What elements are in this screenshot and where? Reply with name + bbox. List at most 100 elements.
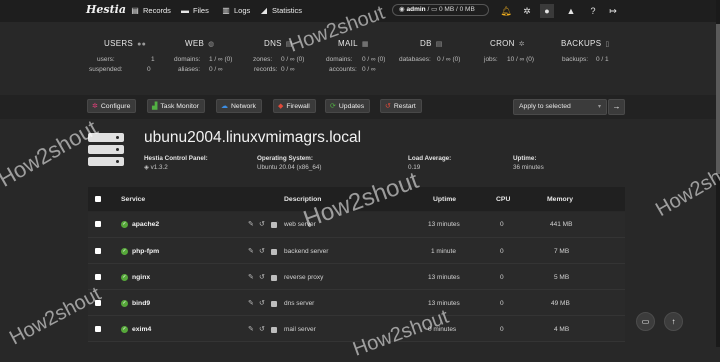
stat-web-title[interactable]: WEB ◍	[185, 39, 215, 48]
restart-icon[interactable]: ↺	[259, 273, 265, 281]
table-row[interactable]	[88, 238, 625, 264]
service-name[interactable]: exim4	[132, 326, 151, 333]
page-scrollbar-thumb[interactable]	[716, 24, 720, 174]
stat-mail-title[interactable]: MAIL ▦	[338, 39, 369, 48]
header-cpu[interactable]: CPU	[496, 196, 510, 203]
server-settings-icon[interactable]: ✲	[520, 4, 534, 18]
header-uptime[interactable]: Uptime	[433, 196, 456, 203]
nav-statistics[interactable]: ◢ Statistics	[259, 5, 302, 17]
edit-icon[interactable]: ✎	[248, 299, 254, 307]
service-description: mail server	[284, 326, 316, 333]
network-button[interactable]: ☁ Network	[216, 99, 262, 113]
edit-icon[interactable]: ✎	[248, 220, 254, 228]
service-uptime: 13 minutes	[428, 221, 460, 228]
restart-icon[interactable]: ↺	[259, 299, 265, 307]
edit-icon[interactable]: ✎	[248, 247, 254, 255]
nav-records[interactable]: ▤ Records	[130, 5, 171, 17]
service-cpu: 0	[500, 248, 504, 255]
task-monitor-button[interactable]: ▟ Task Monitor	[147, 99, 205, 113]
chart-icon: ▟	[152, 103, 158, 110]
users-settings-icon[interactable]: ●	[540, 4, 554, 18]
service-description: backend server	[284, 248, 329, 255]
stat-users-row-1: users: 1	[97, 56, 155, 63]
stop-icon[interactable]	[271, 249, 277, 255]
nav-logs[interactable]: ▥ Logs	[221, 5, 250, 17]
service-memory: 7 MB	[554, 248, 570, 255]
stop-icon[interactable]	[271, 327, 277, 333]
nav-statistics-label: Statistics	[272, 6, 303, 15]
apply-to-selected-select[interactable]: Apply to selected ▾	[513, 99, 607, 115]
os-label: Operating System:	[257, 155, 313, 162]
service-name[interactable]: bind9	[132, 300, 150, 307]
panel-version-label: Hestia Control Panel:	[144, 155, 208, 162]
hestia-logo[interactable]: Hestia	[86, 3, 126, 16]
service-name[interactable]: nginx	[132, 274, 150, 281]
logout-icon[interactable]: ↦	[606, 4, 620, 18]
service-memory: 5 MB	[554, 274, 570, 281]
logs-icon: ▥	[222, 6, 230, 15]
user-account-pill[interactable]: ◉ admin / ▭ 0 MB / 0 MB	[392, 4, 489, 16]
header-memory[interactable]: Memory	[547, 196, 573, 203]
warning-icon[interactable]: ▲	[564, 4, 578, 18]
configure-button[interactable]: ✲ Configure	[87, 99, 137, 113]
stat-users-row-2: suspended: 0	[89, 66, 151, 73]
row-checkbox[interactable]	[95, 326, 101, 332]
apply-submit-button[interactable]: →	[608, 99, 625, 115]
db-icon: ▤	[435, 41, 443, 48]
stop-icon[interactable]	[271, 222, 277, 228]
service-cpu: 0	[500, 300, 504, 307]
service-description: reverse proxy	[284, 274, 324, 281]
restart-button[interactable]: ↺ Restart	[380, 99, 422, 113]
edit-icon[interactable]: ✎	[248, 273, 254, 281]
help-icon[interactable]: ?	[586, 4, 600, 18]
stat-db-row-1: databases: 0 / ∞ (0)	[399, 56, 461, 63]
server-icon-mid	[88, 145, 124, 154]
row-checkbox[interactable]	[95, 248, 101, 254]
service-memory: 4 MB	[554, 326, 570, 333]
cloud-icon: ☁	[221, 103, 228, 110]
server-hostname: ubunu2004.linuxvmimagrs.local	[144, 129, 362, 146]
service-name[interactable]: php-fpm	[132, 248, 159, 255]
user-quota: 0 MB	[459, 6, 475, 13]
bell-icon[interactable]: 🔔︎	[499, 4, 513, 18]
status-ok-icon: ✓	[121, 326, 128, 333]
gear-icon: ✲	[92, 103, 98, 110]
row-checkbox[interactable]	[95, 221, 101, 227]
nav-records-label: Records	[143, 6, 171, 15]
service-description: dns server	[284, 300, 315, 307]
chevron-down-icon: ▾	[597, 104, 601, 110]
uptime-value: 36 minutes	[513, 164, 544, 171]
select-all-checkbox[interactable]	[95, 196, 101, 202]
table-row[interactable]	[88, 290, 625, 316]
edit-icon[interactable]: ✎	[248, 325, 254, 333]
refresh-icon: ⟳	[330, 103, 336, 110]
header-service[interactable]: Service	[121, 196, 145, 203]
stat-cron-title[interactable]: CRON ✲	[490, 39, 525, 48]
keyboard-shortcuts-button[interactable]: ▭	[636, 312, 655, 331]
service-cpu: 0	[500, 326, 504, 333]
service-name[interactable]: apache2	[132, 221, 159, 228]
stop-icon[interactable]	[271, 301, 277, 307]
stat-backups-title[interactable]: BACKUPS ▯	[561, 39, 610, 48]
restart-icon[interactable]: ↺	[259, 220, 265, 228]
table-row[interactable]	[88, 264, 625, 290]
nav-logs-label: Logs	[234, 6, 251, 15]
stat-dns-row-2: records: 0 / ∞	[254, 66, 295, 73]
stat-users-title[interactable]: USERS ●●	[104, 39, 146, 48]
stat-dns-row-1: zones: 0 / ∞ (0)	[253, 56, 305, 63]
mail-icon: ▦	[361, 41, 369, 48]
service-uptime: 1 minute	[431, 248, 456, 255]
nav-files[interactable]: ▬ Files	[180, 5, 209, 17]
scroll-to-top-button[interactable]: ↑	[664, 312, 683, 331]
updates-button[interactable]: ⟳ Updates	[325, 99, 371, 113]
firewall-button[interactable]: ◆ Firewall	[273, 99, 316, 113]
stat-cron-row-1: jobs: 10 / ∞ (0)	[484, 56, 535, 63]
row-checkbox[interactable]	[95, 274, 101, 280]
restart-icon[interactable]: ↺	[259, 247, 265, 255]
uptime-label: Uptime:	[513, 155, 537, 162]
stop-icon[interactable]	[271, 275, 277, 281]
arrow-right-icon: →	[612, 102, 621, 111]
restart-icon[interactable]: ↺	[259, 325, 265, 333]
panel-version-value: ◈ v1.3.2	[144, 164, 168, 171]
stat-db-title[interactable]: DB ▤	[420, 39, 443, 48]
